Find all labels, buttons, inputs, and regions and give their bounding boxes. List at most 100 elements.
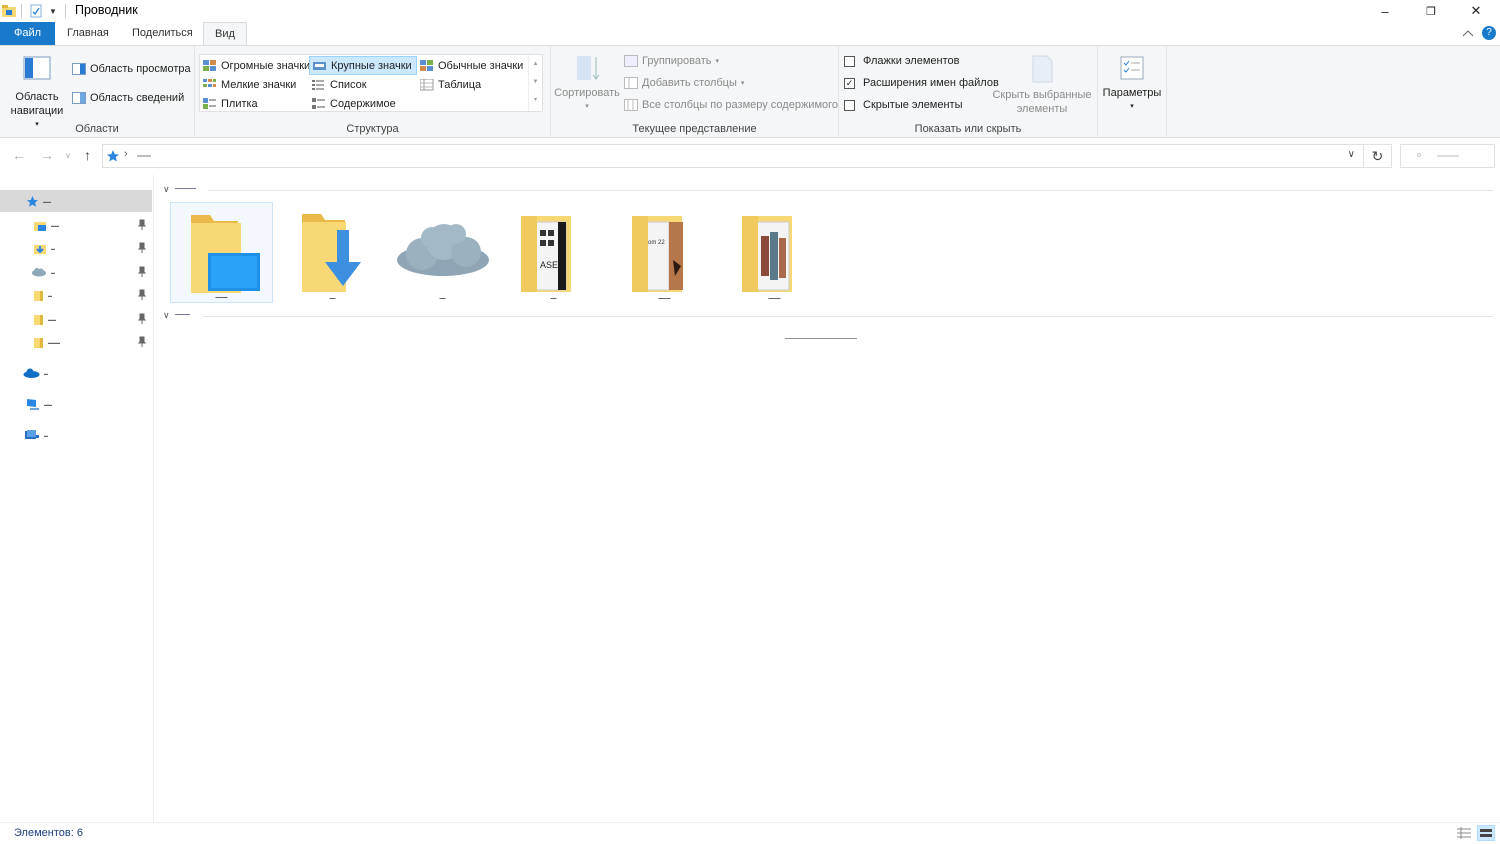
file-extensions-checkbox[interactable]: ✓ [844, 77, 855, 89]
pin-icon[interactable] [138, 219, 146, 231]
item-checkboxes-checkbox[interactable] [844, 55, 855, 67]
large-icons-view-icon[interactable] [1477, 825, 1495, 841]
item-checkboxes-toggle[interactable]: Флажки элементов [844, 55, 959, 67]
breadcrumb-chevron-icon: › [124, 148, 128, 160]
list-icon [312, 80, 324, 90]
pin-icon[interactable] [138, 313, 146, 325]
options-button[interactable]: Параметры ▾ [1100, 54, 1164, 114]
computer-icon [27, 398, 39, 410]
minimize-button[interactable]: – [1362, 0, 1408, 22]
layout-small[interactable]: Мелкие значки [203, 76, 296, 94]
details-view-icon[interactable] [1455, 825, 1473, 841]
desktop-folder-icon [34, 221, 46, 231]
layout-content[interactable]: Содержимое [312, 95, 396, 113]
sidebar-item-onedrive[interactable]: ▬ [0, 362, 152, 384]
back-icon[interactable]: ← [12, 147, 26, 163]
tab-file[interactable]: Файл [0, 22, 55, 45]
sidebar-item-network[interactable]: ▬ [0, 424, 152, 446]
help-icon[interactable]: ? [1482, 26, 1496, 40]
downloads-folder-icon [302, 214, 361, 292]
sort-button[interactable]: Сортировать ▾ [553, 54, 621, 114]
group-panes: Область навигации ▾ Область просмотра Об… [0, 46, 195, 138]
sidebar-item-folder-3[interactable]: ▬▬▬ [0, 331, 152, 353]
sidebar-item-quick-access[interactable]: ▬▬ [0, 190, 152, 212]
sidebar-item-this-pc[interactable]: ▬▬ [0, 393, 152, 415]
hide-selected-button[interactable]: Скрыть выбранные элементы [991, 54, 1093, 116]
file-view: ∨ ▬▬▬▬▬▬▬ ▬▬▬▬ ▬▬ ▬▬ ASE ▬▬ om 22 ▬▬▬▬ ▬… [155, 175, 1500, 822]
navigation-bar: ← → ∨ ↑ › ∨ ↻ [0, 139, 1500, 173]
tile-desktop[interactable]: ▬▬▬▬ [170, 202, 273, 303]
preview-pane-button[interactable]: Область просмотра [72, 63, 191, 75]
forward-icon[interactable]: → [40, 147, 54, 163]
folder-icon: om 22 [632, 216, 683, 292]
chevron-down-icon: ∨ [163, 184, 170, 194]
up-icon[interactable]: ↑ [84, 147, 91, 163]
medium-icons-icon [420, 60, 433, 71]
layout-list[interactable]: Список [312, 76, 367, 94]
empty-recent-message: ▬▬▬▬▬▬▬▬▬▬▬▬▬▬▬▬▬▬▬▬▬▬▬▬ [785, 336, 857, 340]
qa-customize-icon[interactable]: ▼ [49, 7, 57, 16]
sidebar-item-desktop[interactable]: ▬▬ [0, 214, 152, 236]
search-input[interactable] [1400, 144, 1495, 168]
gallery-scroll[interactable]: ▲ ▼ ▾ [528, 55, 542, 111]
layout-large[interactable]: Крупные значки [309, 56, 417, 75]
recent-locations-icon[interactable]: ∨ [65, 151, 71, 160]
file-extensions-toggle[interactable]: ✓ Расширения имен файлов [844, 77, 999, 89]
properties-icon[interactable] [29, 4, 43, 18]
address-bar[interactable]: › ∨ [102, 144, 1364, 168]
tab-home[interactable]: Главная [57, 22, 119, 45]
hide-selected-label: Скрыть выбранные элементы [992, 89, 1092, 115]
layout-extra-large[interactable]: Огромные значки [203, 57, 310, 75]
layout-tiles[interactable]: Плитка [203, 95, 258, 113]
collapse-ribbon-icon[interactable] [1462, 29, 1474, 37]
folder-icon: ASE [521, 216, 571, 292]
tile-folder-1[interactable]: ASE ▬▬ [502, 202, 605, 303]
refresh-button[interactable]: ↻ [1364, 144, 1392, 168]
restore-button[interactable]: ❐ [1408, 0, 1454, 22]
sidebar-item-folder-1[interactable]: ▬ [0, 284, 152, 306]
details-pane-button[interactable]: Область сведений [72, 92, 184, 104]
group-header-frequent[interactable]: ∨ ▬▬▬▬▬▬▬ [163, 184, 1493, 196]
address-dropdown-icon[interactable]: ∨ [1348, 149, 1355, 160]
details-pane-icon [72, 92, 86, 104]
tile-folder-3[interactable]: ▬▬▬▬ [723, 202, 826, 303]
folder-icon [34, 314, 43, 325]
tab-view[interactable]: Вид [203, 22, 247, 46]
group-show-hide: Флажки элементов ✓ Расширения имен файло… [839, 46, 1098, 138]
pin-icon[interactable] [138, 242, 146, 254]
size-columns-icon [624, 99, 638, 111]
sidebar-item-downloads[interactable]: ▬ [0, 237, 152, 259]
sidebar-item-cloud[interactable]: ▬ [0, 261, 152, 283]
pin-icon[interactable] [138, 289, 146, 301]
ribbon: Область навигации ▾ Область просмотра Об… [0, 45, 1500, 138]
quick-access-toolbar: ▼ [0, 2, 66, 20]
layout-medium[interactable]: Обычные значки [420, 57, 523, 75]
pin-icon[interactable] [138, 266, 146, 278]
tab-share[interactable]: Поделиться [122, 22, 203, 45]
hidden-items-toggle[interactable]: Скрытые элементы [844, 99, 963, 111]
show-hide-group-label: Показать или скрыть [914, 123, 1022, 135]
title-bar: ▼ Проводник – ❐ ✕ [0, 0, 1500, 22]
pin-icon[interactable] [138, 336, 146, 348]
close-button[interactable]: ✕ [1453, 0, 1499, 22]
sidebar-item-folder-2[interactable]: ▬▬ [0, 308, 152, 330]
details-icon [420, 79, 434, 91]
hide-selected-icon [1032, 55, 1053, 83]
downloads-folder-icon [34, 244, 46, 254]
tile-cloud[interactable]: ▬▬ [391, 202, 494, 303]
hidden-items-checkbox[interactable] [844, 99, 855, 111]
item-count: Элементов: 6 [14, 827, 83, 839]
options-icon [1120, 56, 1144, 80]
status-bar: Элементов: 6 [0, 822, 1500, 844]
group-by-button[interactable]: Группировать ▾ [624, 55, 719, 67]
group-header-recent[interactable]: ∨ ▬▬▬▬▬ [163, 310, 1493, 322]
layout-details[interactable]: Таблица [420, 76, 481, 94]
tiles-icon [203, 98, 216, 109]
breadcrumb[interactable] [137, 155, 151, 157]
add-columns-button[interactable]: Добавить столбцы ▾ [624, 77, 744, 89]
tile-folder-2[interactable]: om 22 ▬▬▬▬ [613, 202, 716, 303]
content-icon [312, 98, 325, 109]
tile-downloads[interactable]: ▬▬ [281, 202, 384, 303]
nav-pane-button[interactable]: Область навигации ▾ [6, 56, 68, 132]
size-columns-button[interactable]: Все столбцы по размеру содержимого [624, 99, 838, 111]
